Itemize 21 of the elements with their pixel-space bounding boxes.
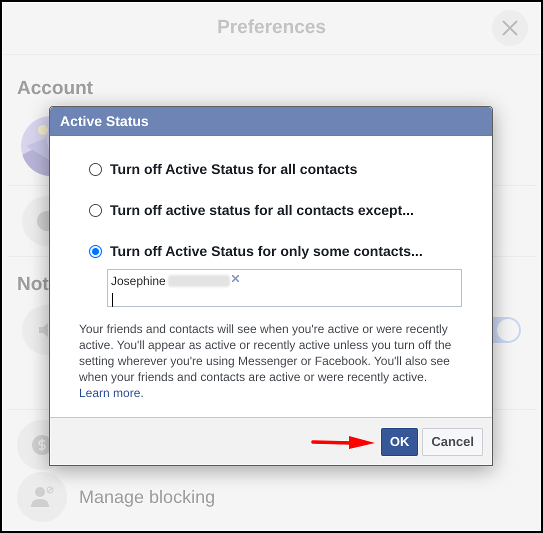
dialog-title: Active Status [60, 112, 149, 131]
radio-button[interactable] [89, 245, 102, 258]
radio-button[interactable] [89, 204, 102, 217]
radio-option[interactable]: Turn off active status for all contacts except... [89, 200, 463, 221]
learn-more-link[interactable]: Learn more [79, 386, 140, 400]
description-text: Your friends and contacts will see when you're active or were recently active. You'll appear as active or recently active unless you turn off the setting wherever you're using Messenger or Facebook. You'll also see when your friends and contacts are active or were recently active. Learn more. [79, 321, 452, 401]
redaction-blur [168, 275, 230, 287]
ok-button[interactable]: OK [380, 428, 418, 456]
contact-token: Josephine [111, 273, 166, 290]
radio-option[interactable]: Turn off Active Status for only some contacts... [89, 241, 463, 262]
cancel-button[interactable]: Cancel [422, 428, 483, 456]
blocked-user-icon [17, 472, 67, 522]
radio-button[interactable] [89, 163, 102, 176]
text-cursor [112, 293, 113, 307]
contacts-field[interactable]: Josephine [107, 269, 462, 307]
remove-icon[interactable] [232, 275, 239, 282]
close-icon [502, 20, 518, 36]
radio-option[interactable]: Turn off Active Status for all contacts [89, 159, 463, 180]
section-heading: Account [17, 78, 93, 99]
arrow-icon [310, 434, 375, 450]
section-heading: Not [17, 274, 49, 294]
